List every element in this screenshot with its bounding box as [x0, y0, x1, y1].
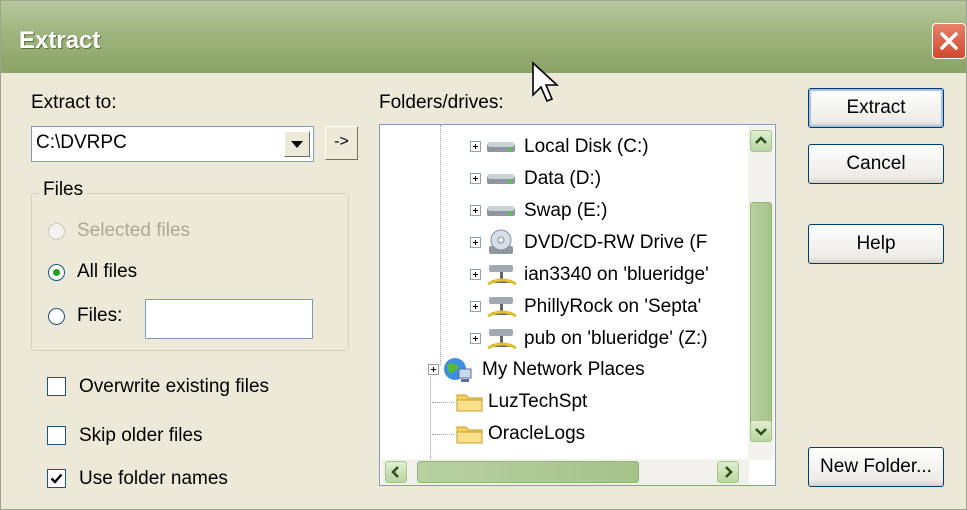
expand-icon[interactable] — [428, 364, 439, 375]
hard-drive-icon — [487, 142, 515, 152]
network-places-icon — [444, 358, 472, 382]
hard-drive-icon — [487, 206, 515, 216]
hard-drive-icon — [487, 174, 515, 184]
browse-arrow-button[interactable]: -> — [325, 126, 358, 160]
skip-older-label: Skip older files — [79, 425, 203, 446]
network-drive-icon — [487, 329, 517, 350]
horizontal-scrollbar[interactable] — [381, 459, 749, 485]
title-bar[interactable]: Extract — [1, 1, 966, 73]
tree-item-luztechspt[interactable]: LuzTechSpt — [428, 387, 748, 417]
files-radio[interactable] — [48, 308, 65, 325]
help-button[interactable]: Help — [808, 224, 944, 264]
files-pattern-input[interactable] — [145, 299, 313, 339]
cancel-button[interactable]: Cancel — [808, 144, 944, 184]
tree-item-dvd-drive-f[interactable]: DVD/CD-RW Drive (F — [470, 228, 750, 258]
extract-dialog: Extract Extract to: C:\DVRPC -> Files Se… — [0, 0, 967, 510]
scroll-right-button[interactable] — [717, 461, 739, 483]
extract-button[interactable]: Extract — [808, 88, 944, 128]
chevron-down-icon — [755, 428, 767, 436]
window-title: Extract — [19, 27, 101, 54]
expand-icon[interactable] — [470, 237, 481, 248]
all-files-label: All files — [77, 261, 138, 282]
checkmark-icon — [50, 473, 63, 484]
tree-item-oraclelogs[interactable]: OracleLogs — [428, 419, 748, 449]
tree-item-ian3340-blueridge[interactable]: ian3340 on 'blueridge' — [470, 260, 750, 290]
close-button[interactable] — [932, 23, 966, 59]
chevron-left-icon — [391, 466, 399, 478]
expand-icon[interactable] — [470, 333, 481, 344]
selected-files-radio[interactable] — [48, 223, 65, 240]
files-radio-label: Files: — [77, 305, 123, 326]
mouse-cursor-icon — [532, 61, 560, 103]
tree-item-my-network-places[interactable]: My Network Places — [428, 355, 748, 385]
tree-item-swap-e[interactable]: Swap (E:) — [470, 196, 750, 226]
extract-path-value: C:\DVRPC — [36, 132, 127, 153]
files-group-title: Files — [39, 179, 88, 201]
expand-icon[interactable] — [470, 205, 481, 216]
chevron-down-icon[interactable] — [284, 131, 310, 157]
use-folder-names-label: Use folder names — [79, 468, 228, 489]
expand-icon[interactable] — [470, 173, 481, 184]
tree-item-phillyrock-septa[interactable]: PhillyRock on 'Septa' — [470, 292, 750, 322]
expand-icon[interactable] — [470, 269, 481, 280]
close-icon — [940, 32, 958, 50]
tree-item-local-disk-c[interactable]: Local Disk (C:) — [470, 132, 750, 162]
tree-item-pub-blueridge-z[interactable]: pub on 'blueridge' (Z:) — [470, 324, 750, 354]
horizontal-scroll-thumb[interactable] — [417, 461, 639, 483]
folders-tree[interactable]: Local Disk (C:) Data (D:) Swap (E:) DVD/… — [379, 124, 776, 486]
folder-icon — [456, 394, 483, 412]
network-drive-icon — [487, 297, 517, 318]
expand-icon[interactable] — [470, 141, 481, 152]
folder-icon — [456, 426, 483, 444]
vertical-scroll-thumb[interactable] — [750, 202, 772, 430]
expand-icon[interactable] — [470, 301, 481, 312]
overwrite-existing-checkbox[interactable] — [47, 377, 66, 396]
selected-files-label: Selected files — [77, 220, 191, 241]
scroll-left-button[interactable] — [385, 461, 407, 483]
skip-older-checkbox[interactable] — [47, 426, 66, 445]
new-folder-button[interactable]: New Folder... — [808, 447, 944, 487]
all-files-radio[interactable] — [48, 264, 65, 281]
chevron-right-icon — [725, 466, 733, 478]
extract-to-label: Extract to: — [31, 92, 117, 113]
overwrite-existing-label: Overwrite existing files — [79, 376, 270, 397]
scroll-up-button[interactable] — [750, 130, 772, 152]
use-folder-names-checkbox[interactable] — [47, 469, 66, 488]
tree-item-data-d[interactable]: Data (D:) — [470, 164, 750, 194]
vertical-scrollbar[interactable] — [748, 126, 774, 460]
dvd-drive-icon — [489, 229, 513, 254]
scroll-down-button[interactable] — [750, 420, 772, 442]
chevron-up-icon — [755, 136, 767, 144]
network-drive-icon — [487, 265, 517, 286]
folders-drives-label: Folders/drives: — [379, 92, 504, 113]
extract-path-combobox[interactable]: C:\DVRPC — [31, 126, 314, 162]
